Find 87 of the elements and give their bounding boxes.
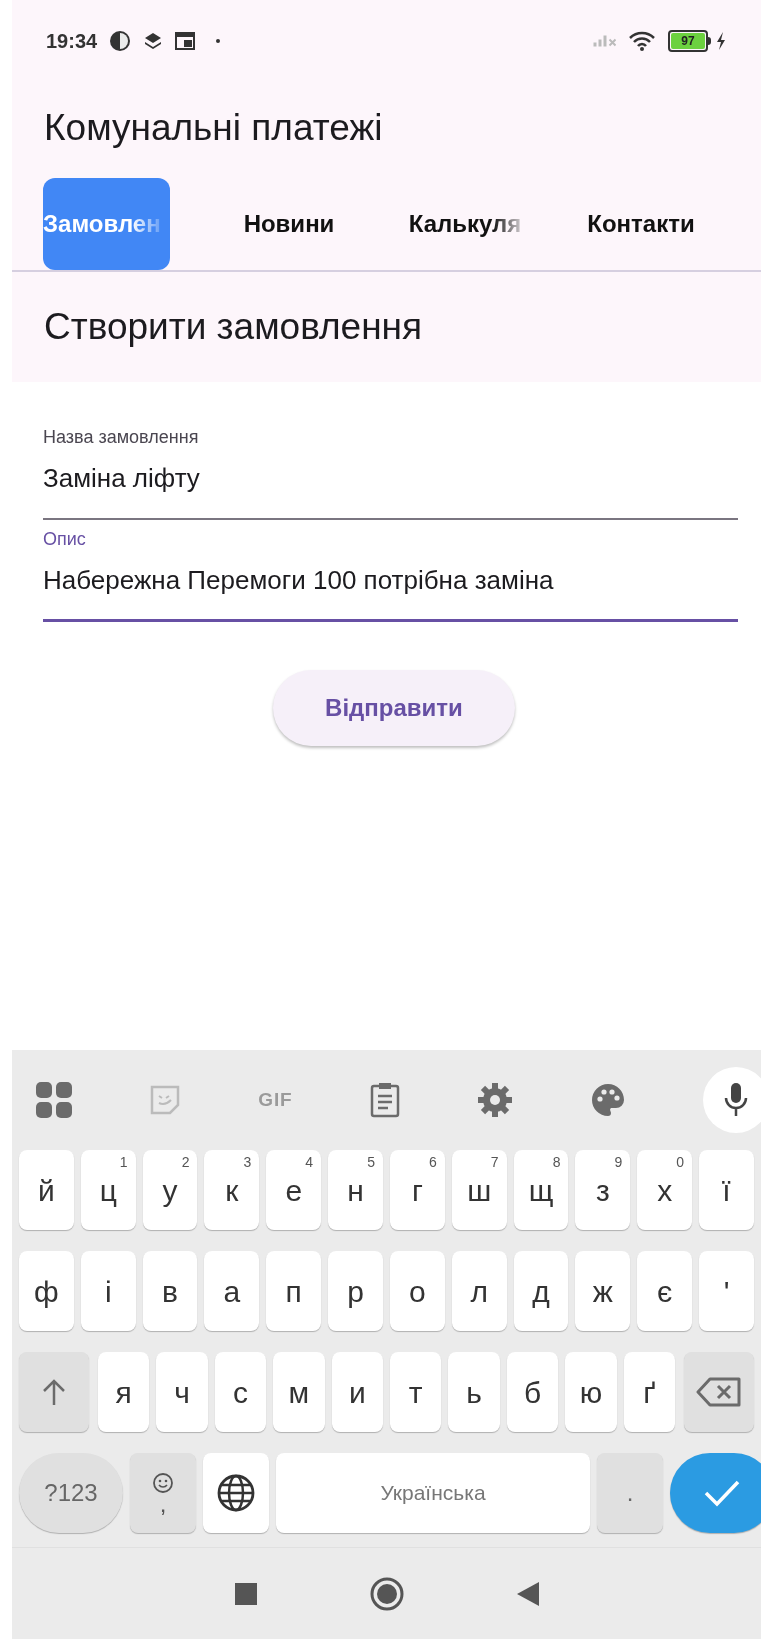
key-hint: 5 (367, 1153, 375, 1172)
symbols-key[interactable]: ?123 (19, 1453, 123, 1533)
tab[interactable]: Контакти (571, 178, 711, 270)
smiley-icon (152, 1472, 174, 1494)
keyboard-key[interactable]: ж (575, 1251, 631, 1331)
layers-icon (143, 31, 164, 51)
keyboard-key[interactable]: я (98, 1352, 150, 1432)
keyboard-key[interactable]: ґ (623, 1352, 676, 1432)
key-hint: 8 (552, 1153, 561, 1172)
app-title: Комунальні платежі (44, 106, 383, 151)
back-icon (515, 1580, 540, 1607)
key-hint: 2 (181, 1153, 190, 1172)
keyboard-key[interactable]: в (142, 1251, 198, 1331)
keyboard-key[interactable]: ь (448, 1352, 500, 1432)
microphone-button[interactable] (703, 1067, 761, 1133)
keyboard-key[interactable]: ч (156, 1352, 208, 1432)
keyboard-key[interactable]: т (390, 1352, 442, 1432)
keyboard-key[interactable]: а (204, 1251, 260, 1331)
field-value: Заміна ліфту (43, 462, 201, 495)
keyboard-key[interactable]: д (513, 1251, 569, 1331)
field-label: Опис (43, 528, 87, 551)
charging-icon (715, 31, 727, 51)
text-field[interactable]: Назва замовлення Заміна ліфту (43, 418, 738, 520)
sticker-icon (149, 1084, 182, 1116)
tab[interactable]: Новини (219, 178, 359, 270)
signal-icon (593, 35, 616, 47)
window-icon (175, 32, 196, 50)
battery-indicator: 97 (668, 30, 711, 52)
recents-icon (233, 1581, 258, 1606)
section-title: Створити замовлення (44, 305, 423, 350)
space-key[interactable]: Українська (276, 1453, 590, 1533)
field-value: Набережна Перемоги 100 потрібна заміна (43, 564, 555, 597)
period-key[interactable]: . (597, 1453, 663, 1533)
keyboard-key[interactable]: н 5 (328, 1150, 383, 1230)
keyboard-key[interactable]: ї (699, 1150, 754, 1230)
backspace-icon (696, 1376, 743, 1408)
text-field[interactable]: Опис Набережна Перемоги 100 потрібна заміна (43, 520, 738, 622)
keyboard-key[interactable]: й (19, 1150, 74, 1230)
emoji-comma-key[interactable]: , (130, 1453, 196, 1533)
keyboard-key[interactable]: и (331, 1352, 384, 1432)
keyboard-key[interactable]: г 6 (389, 1150, 445, 1230)
keyboard-key[interactable]: ' (699, 1251, 754, 1331)
keyboard-key[interactable]: р (328, 1251, 383, 1331)
dot-icon (215, 38, 222, 44)
keyboard-key[interactable]: є (637, 1251, 693, 1331)
keyboard-key[interactable]: л (451, 1251, 507, 1331)
keyboard-key[interactable]: с (214, 1352, 267, 1432)
keyboard-key[interactable]: ц 1 (80, 1150, 136, 1230)
language-key[interactable] (203, 1453, 269, 1533)
keyboard-key[interactable]: щ 8 (513, 1150, 569, 1230)
keyboard-key[interactable]: х 0 (637, 1150, 693, 1230)
keyboard-key[interactable]: о (389, 1251, 445, 1331)
keyboard-key[interactable]: б (506, 1352, 559, 1432)
circle-app-icon (109, 30, 132, 52)
key-hint: 3 (243, 1153, 252, 1172)
checkmark-icon (702, 1478, 742, 1508)
key-hint: 6 (429, 1153, 437, 1172)
wifi-icon (628, 30, 656, 52)
globe-icon (217, 1474, 255, 1512)
keyboard-key[interactable]: з 9 (575, 1150, 631, 1230)
palette-icon (589, 1082, 626, 1118)
key-hint: 4 (305, 1153, 314, 1172)
keyboard-key[interactable]: ш 7 (451, 1150, 507, 1230)
key-hint: 7 (490, 1153, 499, 1172)
key-hint: 0 (676, 1153, 685, 1172)
keyboard-key[interactable]: ю (565, 1352, 617, 1432)
backspace-key[interactable] (684, 1352, 755, 1432)
tab[interactable]: Калькуля (395, 178, 535, 270)
clock-time: 19:34 (46, 29, 98, 54)
keyboard-key[interactable]: і (80, 1251, 136, 1331)
settings-icon (476, 1082, 513, 1118)
keyboard-key[interactable]: у 2 (142, 1150, 198, 1230)
clipboard-icon (369, 1082, 400, 1118)
key-hint: 1 (119, 1153, 128, 1172)
submit-button[interactable]: Відправити (273, 670, 515, 746)
apps-grid-icon (36, 1082, 72, 1118)
done-key[interactable] (670, 1453, 761, 1533)
home-icon (369, 1576, 404, 1611)
key-hint: 9 (614, 1153, 623, 1172)
keyboard-key[interactable]: ф (19, 1251, 74, 1331)
keyboard-key[interactable]: е 4 (266, 1150, 322, 1230)
microphone-icon (723, 1082, 749, 1118)
keyboard-key[interactable]: м (273, 1352, 325, 1432)
field-label: Назва замовлення (43, 426, 200, 449)
comma-label: , (159, 1494, 167, 1514)
keyboard-key[interactable]: п (266, 1251, 322, 1331)
keyboard-key[interactable]: к 3 (204, 1150, 260, 1230)
